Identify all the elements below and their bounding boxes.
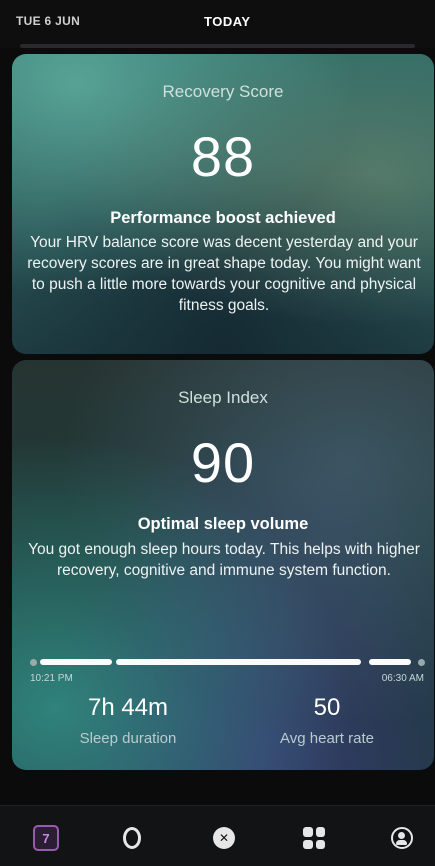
sleep-headline: Optimal sleep volume xyxy=(137,515,309,533)
tab-today[interactable]: 7 xyxy=(30,822,62,854)
bottom-tab-bar: 7 ✕ xyxy=(0,805,435,866)
ring-icon xyxy=(123,827,141,849)
header-divider xyxy=(20,44,415,48)
recovery-score-value: 88 xyxy=(190,125,256,188)
sleep-start-time: 10:21 PM xyxy=(30,673,73,684)
page-title: TODAY xyxy=(204,14,251,29)
recovery-score-card[interactable]: Recovery Score 88 Performance boost achi… xyxy=(12,54,434,354)
header-bar: TUE 6 JUN TODAY xyxy=(0,0,435,48)
recovery-headline: Performance boost achieved xyxy=(110,209,336,227)
sleep-segment xyxy=(40,659,112,665)
sleep-timeline xyxy=(30,657,427,667)
tab-ring[interactable] xyxy=(116,822,148,854)
sleep-score-value: 90 xyxy=(190,431,256,494)
sleep-segment xyxy=(369,659,411,665)
tab-profile[interactable] xyxy=(386,822,418,854)
sleep-index-card[interactable]: Sleep Index 90 Optimal sleep volume You … xyxy=(12,360,434,770)
sleep-duration-value: 7h 44m xyxy=(87,694,169,721)
sleep-body: You got enough sleep hours today. This h… xyxy=(28,541,420,579)
avg-heart-rate-label: Avg heart rate xyxy=(280,730,374,747)
recovery-body: Your HRV balance score was decent yester… xyxy=(27,234,421,314)
date-label[interactable]: TUE 6 JUN xyxy=(16,14,80,28)
avg-heart-rate-value: 50 xyxy=(313,694,341,721)
circle-x-icon: ✕ xyxy=(213,827,235,849)
timeline-end-dot xyxy=(418,659,425,666)
tab-apps[interactable] xyxy=(298,822,330,854)
recovery-title: Recovery Score xyxy=(162,82,284,101)
profile-icon xyxy=(391,827,413,849)
grid-icon xyxy=(303,827,325,849)
timeline-start-dot xyxy=(30,659,37,666)
sleep-title: Sleep Index xyxy=(178,388,268,407)
tab-explore[interactable]: ✕ xyxy=(208,822,240,854)
sleep-segment xyxy=(116,659,361,665)
calendar-icon: 7 xyxy=(33,825,59,851)
sleep-duration-label: Sleep duration xyxy=(79,730,177,747)
sleep-end-time: 06:30 AM xyxy=(381,673,424,684)
